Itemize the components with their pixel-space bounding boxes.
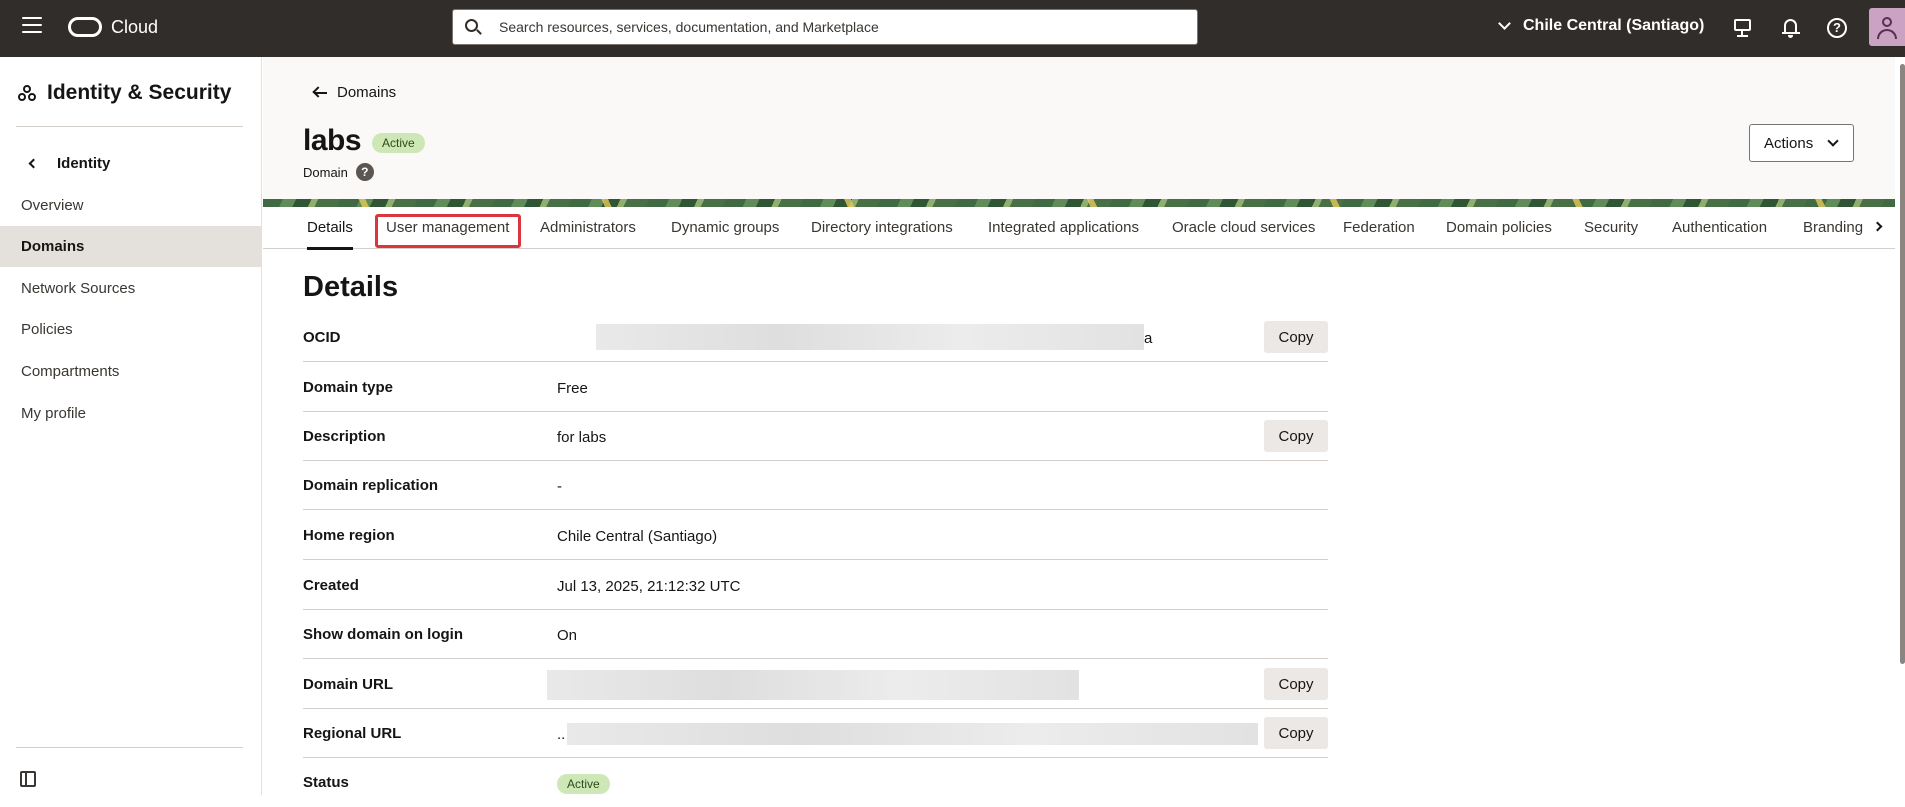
tab-security[interactable]: Security	[1584, 207, 1638, 249]
tab-dynamic-groups[interactable]: Dynamic groups	[671, 207, 779, 249]
chevron-down-icon	[1498, 17, 1511, 30]
brand-name[interactable]: Cloud	[111, 17, 158, 38]
row-label: Status	[303, 774, 349, 791]
sidebar-divider	[16, 126, 243, 127]
tab-details[interactable]: Details	[307, 207, 353, 250]
hamburger-icon[interactable]	[22, 17, 42, 33]
sidebar-back-label: Identity	[57, 155, 111, 172]
tab-directory-integrations[interactable]: Directory integrations	[811, 207, 953, 249]
details-heading: Details	[303, 271, 399, 303]
sidebar: Identity & Security Identity Overview Do…	[0, 57, 262, 795]
row-value: Jul 13, 2025, 21:12:32 UTC	[557, 578, 741, 595]
row-value: a	[1144, 330, 1153, 347]
row-value: for labs	[557, 429, 607, 446]
monitor-icon[interactable]	[1732, 17, 1754, 39]
highlight-box	[375, 214, 521, 248]
redacted-value	[596, 324, 1144, 350]
chevron-left-icon	[28, 158, 39, 169]
sidebar-title: Identity & Security	[18, 81, 231, 105]
actions-button[interactable]: Actions	[1749, 124, 1854, 162]
detail-row-created: Created Jul 13, 2025, 21:12:32 UTC	[303, 561, 1328, 610]
row-label: Domain URL	[303, 676, 393, 693]
subtitle-text: Domain	[303, 164, 348, 180]
bell-icon[interactable]	[1780, 17, 1802, 39]
tab-branding[interactable]: Branding	[1803, 207, 1863, 249]
page-header: Domains labs Active Domain ? Actions	[263, 57, 1895, 201]
sidebar-item-my-profile[interactable]: My profile	[0, 393, 261, 434]
oracle-logo-icon[interactable]	[68, 17, 102, 37]
main-content: Domains labs Active Domain ? Actions Det…	[263, 57, 1905, 795]
row-label: Domain type	[303, 379, 394, 396]
copy-button[interactable]: Copy	[1264, 717, 1328, 749]
tab-authentication[interactable]: Authentication	[1672, 207, 1767, 249]
row-label: Domain replication	[303, 477, 439, 494]
vertical-scrollbar[interactable]	[1900, 64, 1905, 664]
page-title: labs	[303, 124, 362, 157]
detail-row-domain-url: Domain URL Copy	[303, 660, 1328, 709]
tab-integrated-applications[interactable]: Integrated applications	[988, 207, 1139, 249]
detail-row-show-domain-on-login: Show domain on login On	[303, 610, 1328, 659]
region-selector[interactable]: Chile Central (Santiago)	[1498, 17, 1705, 35]
tab-administrators[interactable]: Administrators	[540, 207, 636, 249]
detail-row-regional-url: Regional URL .. Copy	[303, 709, 1328, 758]
sidebar-item-overview[interactable]: Overview	[0, 185, 261, 226]
row-label: Description	[303, 428, 386, 445]
sidebar-title-text: Identity & Security	[47, 81, 232, 104]
copy-button[interactable]: Copy	[1264, 420, 1328, 452]
redacted-value	[547, 670, 1079, 700]
sidebar-item-policies[interactable]: Policies	[0, 309, 261, 350]
user-avatar-icon[interactable]	[1869, 8, 1905, 46]
identity-hub-icon	[18, 85, 36, 101]
back-to-domains-link[interactable]: Domains	[312, 84, 397, 101]
copy-button[interactable]: Copy	[1264, 321, 1328, 353]
copy-button[interactable]: Copy	[1264, 668, 1328, 700]
region-label: Chile Central (Santiago)	[1523, 17, 1705, 34]
detail-row-domain-replication: Domain replication -	[303, 461, 1328, 510]
arrow-left-icon	[312, 85, 327, 99]
top-navigation-bar: Cloud Chile Central (Santiago) ?	[0, 0, 1905, 57]
search-icon	[465, 19, 482, 35]
row-label: OCID	[303, 329, 341, 346]
sidebar-item-compartments[interactable]: Compartments	[0, 351, 261, 392]
row-value: Free	[557, 380, 588, 397]
row-label: Show domain on login	[303, 626, 463, 643]
status-badge: Active	[372, 133, 425, 153]
status-badge: Active	[557, 774, 610, 794]
detail-row-status: Status Active	[303, 758, 1328, 807]
page-subtitle: Domain ?	[303, 163, 374, 181]
redacted-value	[567, 723, 1258, 745]
detail-row-home-region: Home region Chile Central (Santiago)	[303, 511, 1328, 560]
search-box[interactable]	[452, 9, 1198, 45]
row-value: On	[557, 627, 578, 644]
detail-row-domain-type: Domain type Free	[303, 363, 1328, 412]
decorative-banner	[263, 199, 1895, 207]
sidebar-item-network-sources[interactable]: Network Sources	[0, 268, 261, 309]
row-value: Chile Central (Santiago)	[557, 528, 718, 545]
help-icon[interactable]: ?	[355, 163, 374, 181]
detail-row-ocid: OCID a Copy	[303, 313, 1328, 362]
detail-row-description: Description for labs Copy	[303, 412, 1328, 461]
sidebar-item-domains[interactable]: Domains	[0, 226, 261, 267]
chevron-right-icon[interactable]	[1872, 219, 1887, 239]
row-label: Home region	[303, 527, 395, 544]
search-input[interactable]	[497, 10, 1187, 44]
row-value: -	[557, 478, 562, 495]
tab-domain-policies[interactable]: Domain policies	[1446, 207, 1552, 249]
sidebar-bottom-divider	[16, 747, 243, 748]
sidebar-collapse-icon[interactable]	[20, 771, 36, 787]
chevron-down-icon	[1827, 135, 1839, 147]
row-value: Active	[557, 774, 610, 794]
sidebar-back-identity[interactable]: Identity	[28, 155, 111, 172]
back-link-label: Domains	[337, 84, 397, 101]
status-badge-text: Active	[372, 133, 425, 153]
tab-federation[interactable]: Federation	[1343, 207, 1415, 249]
row-label: Regional URL	[303, 725, 402, 742]
tab-oracle-cloud-services[interactable]: Oracle cloud services	[1172, 207, 1315, 249]
actions-button-label: Actions	[1764, 134, 1814, 152]
help-icon[interactable]: ?	[1827, 18, 1847, 38]
row-label: Created	[303, 577, 359, 594]
row-value: ..	[557, 726, 566, 743]
